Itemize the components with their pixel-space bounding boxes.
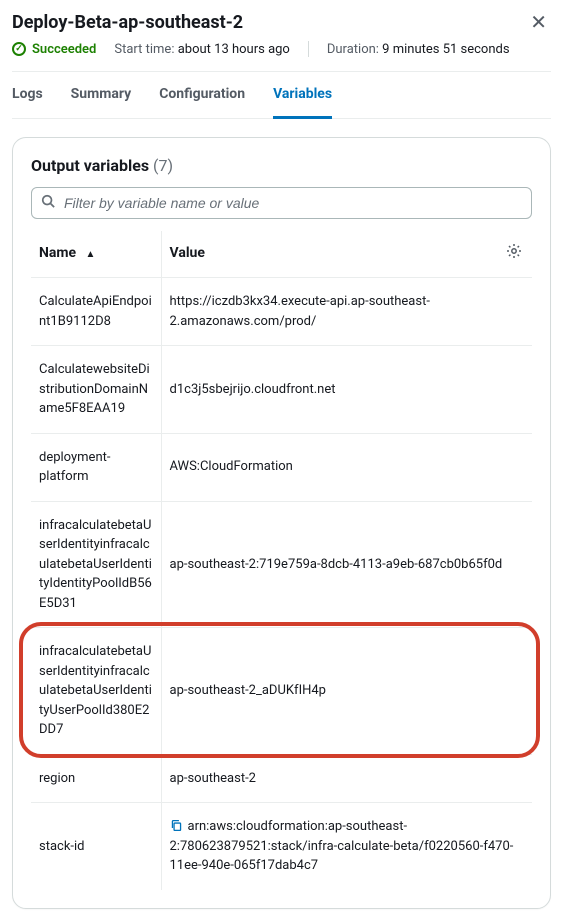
- divider: [308, 41, 309, 57]
- table-row: infracalculatebetaUserIdentityinfracalcu…: [31, 501, 532, 628]
- column-value-label: Value: [170, 245, 205, 261]
- cell-name: deployment-platform: [31, 433, 161, 501]
- column-name-label: Name: [39, 245, 76, 261]
- close-button[interactable]: ✕: [526, 12, 551, 32]
- table-row: CalculateApiEndpoint1B9112D8 https://icz…: [31, 278, 532, 346]
- stack-id-value: arn:aws:cloudformation:ap-southeast-2:78…: [170, 819, 514, 873]
- variables-table: Name ▲ Value: [31, 231, 532, 890]
- duration: Duration: 9 minutes 51 seconds: [327, 42, 510, 57]
- panel-title: Output variables (7): [31, 156, 532, 175]
- tab-configuration[interactable]: Configuration: [159, 72, 245, 119]
- cell-value: https://iczdb3kx34.execute-api.ap-southe…: [161, 278, 532, 346]
- panel-title-text: Output variables: [31, 156, 149, 175]
- output-variables-panel: Output variables (7) Name ▲ Va: [12, 137, 551, 909]
- tab-variables[interactable]: Variables: [273, 72, 332, 119]
- cell-name: CalculatewebsiteDistributionDomainName5F…: [31, 346, 161, 434]
- status-bar: Succeeded Start time: about 13 hours ago…: [12, 41, 551, 72]
- table-row: CalculatewebsiteDistributionDomainName5F…: [31, 346, 532, 434]
- status-text: Succeeded: [32, 42, 96, 57]
- cell-value: ap-southeast-2: [161, 754, 532, 803]
- start-time-label: Start time:: [114, 42, 174, 57]
- success-icon: [12, 42, 26, 56]
- cell-name: CalculateApiEndpoint1B9112D8: [31, 278, 161, 346]
- search-input[interactable]: [31, 187, 532, 219]
- start-time-value: about 13 hours ago: [178, 42, 290, 57]
- cell-name: infracalculatebetaUserIdentityinfracalcu…: [31, 628, 161, 755]
- tab-logs[interactable]: Logs: [12, 72, 43, 119]
- table-row-highlighted: infracalculatebetaUserIdentityinfracalcu…: [31, 628, 532, 755]
- column-header-name[interactable]: Name ▲: [31, 231, 161, 278]
- cell-value: ap-southeast-2_aDUKfIH4p: [161, 628, 532, 755]
- search-box: [31, 187, 532, 219]
- tab-bar: Logs Summary Configuration Variables: [12, 72, 551, 119]
- cell-value: arn:aws:cloudformation:ap-southeast-2:78…: [161, 803, 532, 890]
- search-icon: [41, 194, 55, 212]
- cell-value: d1c3j5sbejrijo.cloudfront.net: [161, 346, 532, 434]
- table-row: deployment-platform AWS:CloudFormation: [31, 433, 532, 501]
- cell-value: AWS:CloudFormation: [161, 433, 532, 501]
- duration-label: Duration:: [327, 42, 379, 57]
- column-header-value[interactable]: Value: [161, 231, 532, 278]
- start-time: Start time: about 13 hours ago: [114, 42, 289, 57]
- cell-value: ap-southeast-2:719e759a-8dcb-4113-a9eb-6…: [161, 501, 532, 628]
- duration-value: 9 minutes 51 seconds: [382, 42, 509, 57]
- cell-name: infracalculatebetaUserIdentityinfracalcu…: [31, 501, 161, 628]
- cell-name: stack-id: [31, 803, 161, 890]
- table-row: stack-id arn:aws:cloudformation:ap-south…: [31, 803, 532, 890]
- copy-icon[interactable]: [170, 819, 183, 832]
- tab-summary[interactable]: Summary: [71, 72, 132, 119]
- table-row: region ap-southeast-2: [31, 754, 532, 803]
- page-title: Deploy-Beta-ap-southeast-2: [12, 12, 243, 33]
- status-badge: Succeeded: [12, 42, 96, 57]
- cell-name: region: [31, 754, 161, 803]
- sort-asc-icon: ▲: [86, 249, 96, 260]
- panel-count: (7): [153, 156, 173, 175]
- settings-icon[interactable]: [506, 243, 522, 263]
